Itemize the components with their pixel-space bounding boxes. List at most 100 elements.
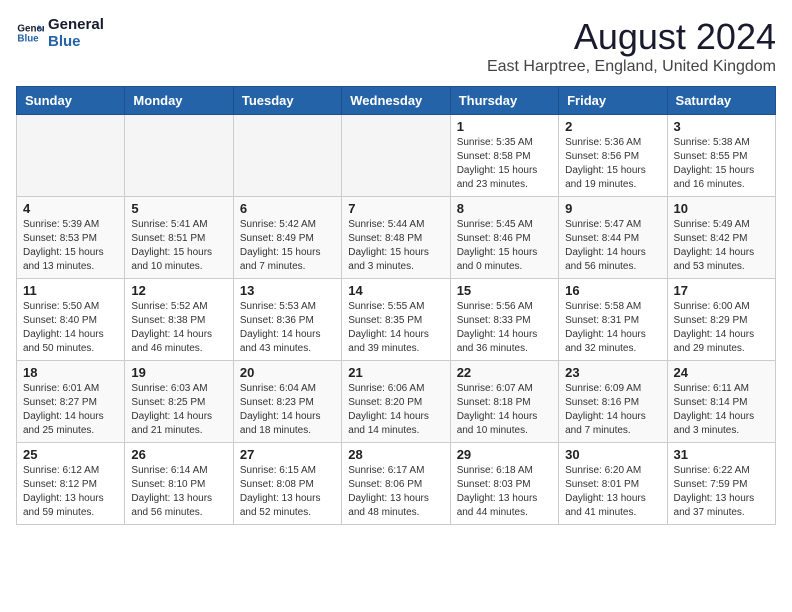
calendar-cell: 10 Sunrise: 5:49 AM Sunset: 8:42 PM Dayli…: [667, 197, 775, 279]
day-info: Sunrise: 5:56 AM Sunset: 8:33 PM Dayligh…: [457, 300, 552, 356]
day-info: Sunrise: 5:44 AM Sunset: 8:48 PM Dayligh…: [348, 218, 443, 274]
day-header-thursday: Thursday: [450, 87, 558, 115]
day-number: 3: [674, 119, 769, 134]
day-info: Sunrise: 5:36 AM Sunset: 8:56 PM Dayligh…: [565, 136, 660, 192]
calendar-cell: 24 Sunrise: 6:11 AM Sunset: 8:14 PM Dayli…: [667, 361, 775, 443]
day-number: 19: [131, 365, 226, 380]
day-number: 14: [348, 283, 443, 298]
calendar-cell: 26Sunrise: 6:14 AM Sunset: 8:10 PM Dayli…: [125, 443, 233, 525]
calendar-table: SundayMondayTuesdayWednesdayThursdayFrid…: [16, 86, 776, 525]
day-info: Sunrise: 5:45 AM Sunset: 8:46 PM Dayligh…: [457, 218, 552, 274]
week-row-5: 25Sunrise: 6:12 AM Sunset: 8:12 PM Dayli…: [17, 443, 776, 525]
day-info: Sunrise: 5:53 AM Sunset: 8:36 PM Dayligh…: [240, 300, 335, 356]
day-info: Sunrise: 5:55 AM Sunset: 8:35 PM Dayligh…: [348, 300, 443, 356]
day-info: Sunrise: 5:50 AM Sunset: 8:40 PM Dayligh…: [23, 300, 118, 356]
calendar-cell: 22Sunrise: 6:07 AM Sunset: 8:18 PM Dayli…: [450, 361, 558, 443]
day-number: 25: [23, 447, 118, 462]
day-number: 7: [348, 201, 443, 216]
calendar-cell: 1 Sunrise: 5:35 AM Sunset: 8:58 PM Daylig…: [450, 115, 558, 197]
day-number: 28: [348, 447, 443, 462]
day-number: 1: [457, 119, 552, 134]
day-info: Sunrise: 5:47 AM Sunset: 8:44 PM Dayligh…: [565, 218, 660, 274]
day-number: 18: [23, 365, 118, 380]
calendar-cell: 17 Sunrise: 6:00 AM Sunset: 8:29 PM Dayli…: [667, 279, 775, 361]
day-number: 4: [23, 201, 118, 216]
calendar-cell: 9 Sunrise: 5:47 AM Sunset: 8:44 PM Daylig…: [559, 197, 667, 279]
calendar-cell: 6 Sunrise: 5:42 AM Sunset: 8:49 PM Daylig…: [233, 197, 341, 279]
day-number: 29: [457, 447, 552, 462]
calendar-cell: 18Sunrise: 6:01 AM Sunset: 8:27 PM Dayli…: [17, 361, 125, 443]
calendar-cell: 4 Sunrise: 5:39 AM Sunset: 8:53 PM Daylig…: [17, 197, 125, 279]
day-number: 8: [457, 201, 552, 216]
day-number: 6: [240, 201, 335, 216]
week-row-1: 1 Sunrise: 5:35 AM Sunset: 8:58 PM Daylig…: [17, 115, 776, 197]
day-header-saturday: Saturday: [667, 87, 775, 115]
calendar-title: August 2024: [487, 16, 776, 58]
day-info: Sunrise: 5:38 AM Sunset: 8:55 PM Dayligh…: [674, 136, 769, 192]
day-info: Sunrise: 5:39 AM Sunset: 8:53 PM Dayligh…: [23, 218, 118, 274]
calendar-cell: [233, 115, 341, 197]
calendar-cell: 25Sunrise: 6:12 AM Sunset: 8:12 PM Dayli…: [17, 443, 125, 525]
day-info: Sunrise: 6:14 AM Sunset: 8:10 PM Dayligh…: [131, 464, 226, 520]
calendar-cell: 27 Sunrise: 6:15 AM Sunset: 8:08 PM Dayli…: [233, 443, 341, 525]
day-number: 30: [565, 447, 660, 462]
day-number: 22: [457, 365, 552, 380]
day-info: Sunrise: 6:11 AM Sunset: 8:14 PM Dayligh…: [674, 382, 769, 438]
calendar-cell: 13 Sunrise: 5:53 AM Sunset: 8:36 PM Dayli…: [233, 279, 341, 361]
day-number: 23: [565, 365, 660, 380]
day-info: Sunrise: 6:15 AM Sunset: 8:08 PM Dayligh…: [240, 464, 335, 520]
calendar-cell: 30 Sunrise: 6:20 AM Sunset: 8:01 PM Dayli…: [559, 443, 667, 525]
day-info: Sunrise: 6:00 AM Sunset: 8:29 PM Dayligh…: [674, 300, 769, 356]
calendar-cell: 7 Sunrise: 5:44 AM Sunset: 8:48 PM Daylig…: [342, 197, 450, 279]
day-number: 16: [565, 283, 660, 298]
logo-general: General: [48, 16, 104, 33]
calendar-cell: 15Sunrise: 5:56 AM Sunset: 8:33 PM Dayli…: [450, 279, 558, 361]
day-header-friday: Friday: [559, 87, 667, 115]
day-number: 12: [131, 283, 226, 298]
day-info: Sunrise: 6:17 AM Sunset: 8:06 PM Dayligh…: [348, 464, 443, 520]
day-info: Sunrise: 5:42 AM Sunset: 8:49 PM Dayligh…: [240, 218, 335, 274]
calendar-cell: 16 Sunrise: 5:58 AM Sunset: 8:31 PM Dayli…: [559, 279, 667, 361]
logo: General Blue General Blue: [16, 16, 104, 50]
day-number: 31: [674, 447, 769, 462]
calendar-cell: 20 Sunrise: 6:04 AM Sunset: 8:23 PM Dayli…: [233, 361, 341, 443]
day-info: Sunrise: 6:03 AM Sunset: 8:25 PM Dayligh…: [131, 382, 226, 438]
day-number: 24: [674, 365, 769, 380]
calendar-cell: 11 Sunrise: 5:50 AM Sunset: 8:40 PM Dayli…: [17, 279, 125, 361]
calendar-cell: 3 Sunrise: 5:38 AM Sunset: 8:55 PM Daylig…: [667, 115, 775, 197]
day-info: Sunrise: 5:52 AM Sunset: 8:38 PM Dayligh…: [131, 300, 226, 356]
day-number: 11: [23, 283, 118, 298]
day-info: Sunrise: 6:22 AM Sunset: 7:59 PM Dayligh…: [674, 464, 769, 520]
calendar-cell: [17, 115, 125, 197]
day-number: 10: [674, 201, 769, 216]
day-number: 21: [348, 365, 443, 380]
day-header-sunday: Sunday: [17, 87, 125, 115]
day-header-tuesday: Tuesday: [233, 87, 341, 115]
logo-blue: Blue: [48, 33, 104, 50]
calendar-cell: 2 Sunrise: 5:36 AM Sunset: 8:56 PM Daylig…: [559, 115, 667, 197]
day-info: Sunrise: 6:04 AM Sunset: 8:23 PM Dayligh…: [240, 382, 335, 438]
calendar-body: 1 Sunrise: 5:35 AM Sunset: 8:58 PM Daylig…: [17, 115, 776, 525]
day-number: 9: [565, 201, 660, 216]
calendar-cell: 21 Sunrise: 6:06 AM Sunset: 8:20 PM Dayli…: [342, 361, 450, 443]
calendar-cell: [342, 115, 450, 197]
day-number: 2: [565, 119, 660, 134]
day-info: Sunrise: 5:49 AM Sunset: 8:42 PM Dayligh…: [674, 218, 769, 274]
calendar-cell: 12 Sunrise: 5:52 AM Sunset: 8:38 PM Dayli…: [125, 279, 233, 361]
calendar-cell: [125, 115, 233, 197]
day-info: Sunrise: 5:41 AM Sunset: 8:51 PM Dayligh…: [131, 218, 226, 274]
day-number: 20: [240, 365, 335, 380]
day-number: 13: [240, 283, 335, 298]
calendar-cell: 29 Sunrise: 6:18 AM Sunset: 8:03 PM Dayli…: [450, 443, 558, 525]
logo-icon: General Blue: [16, 19, 44, 47]
day-number: 17: [674, 283, 769, 298]
calendar-cell: 28 Sunrise: 6:17 AM Sunset: 8:06 PM Dayli…: [342, 443, 450, 525]
calendar-cell: 19 Sunrise: 6:03 AM Sunset: 8:25 PM Dayli…: [125, 361, 233, 443]
day-info: Sunrise: 6:20 AM Sunset: 8:01 PM Dayligh…: [565, 464, 660, 520]
day-info: Sunrise: 6:18 AM Sunset: 8:03 PM Dayligh…: [457, 464, 552, 520]
calendar-cell: 8 Sunrise: 5:45 AM Sunset: 8:46 PM Daylig…: [450, 197, 558, 279]
day-number: 27: [240, 447, 335, 462]
day-info: Sunrise: 5:35 AM Sunset: 8:58 PM Dayligh…: [457, 136, 552, 192]
day-info: Sunrise: 6:06 AM Sunset: 8:20 PM Dayligh…: [348, 382, 443, 438]
day-info: Sunrise: 5:58 AM Sunset: 8:31 PM Dayligh…: [565, 300, 660, 356]
